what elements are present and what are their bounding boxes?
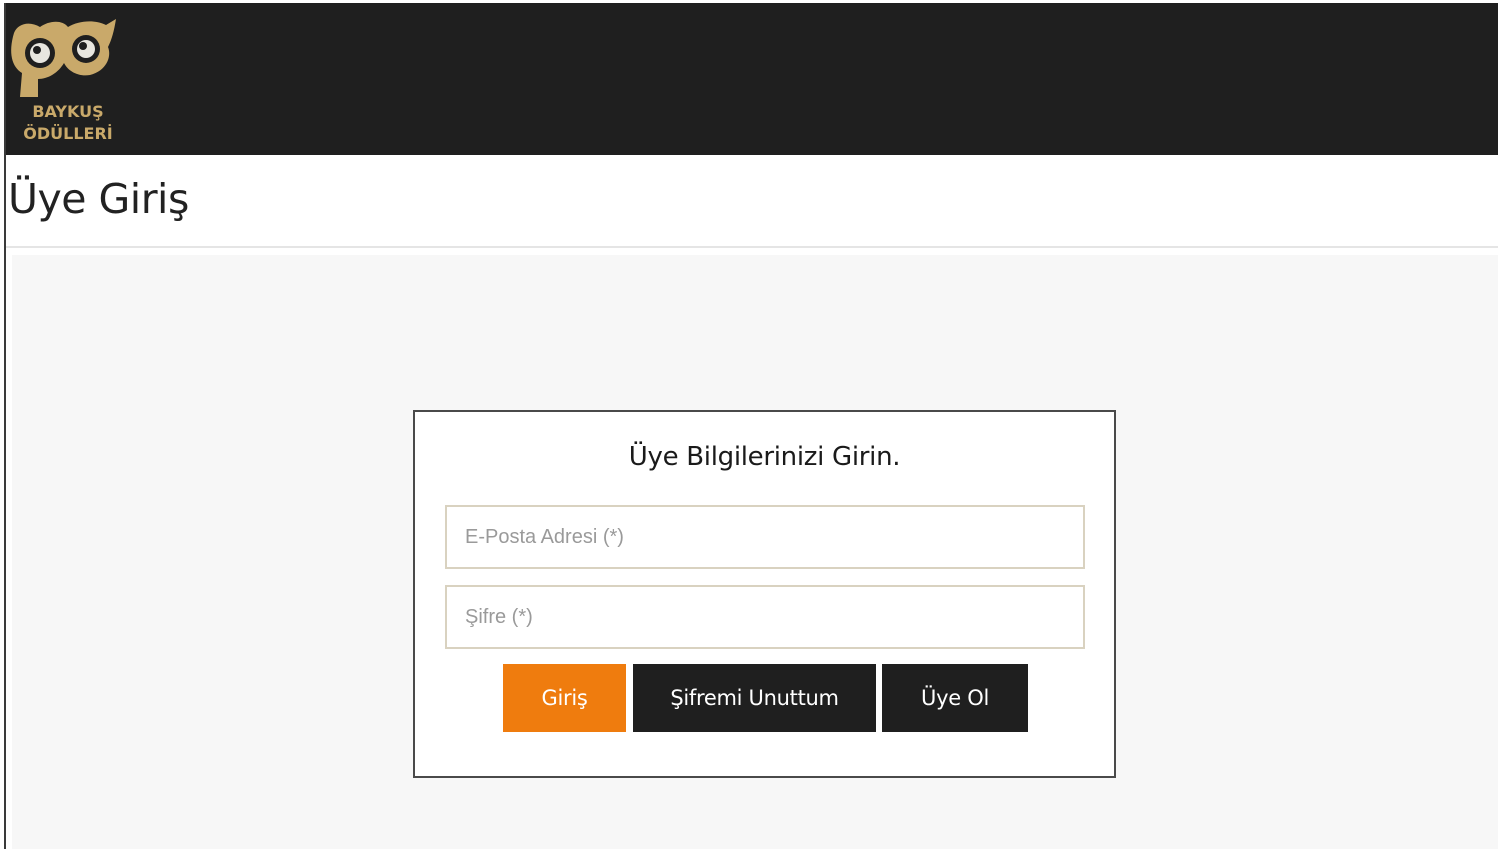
page-title: Üye Giriş	[8, 175, 189, 223]
login-heading: Üye Bilgilerinizi Girin.	[628, 442, 901, 472]
login-form: Üye Bilgilerinizi Girin. Giriş Şifremi U…	[413, 410, 1116, 778]
owl-logo-icon	[11, 19, 116, 97]
logo-text: BAYKUŞ ÖDÜLLERİ	[8, 101, 128, 145]
register-button[interactable]: Üye Ol	[882, 664, 1028, 732]
forgot-password-button[interactable]: Şifremi Unuttum	[633, 664, 876, 732]
email-field[interactable]	[445, 505, 1085, 569]
logo-line1: BAYKUŞ	[32, 102, 104, 121]
header-bar: BAYKUŞ ÖDÜLLERİ	[6, 3, 1498, 155]
content-area: Üye Bilgilerinizi Girin. Giriş Şifremi U…	[12, 255, 1498, 849]
page-frame: BAYKUŞ ÖDÜLLERİ Üye Giriş Üye Bilgilerin…	[4, 3, 1498, 849]
logo-line2: ÖDÜLLERİ	[23, 124, 113, 143]
login-button[interactable]: Giriş	[503, 664, 626, 732]
password-field[interactable]	[445, 585, 1085, 649]
title-divider	[6, 246, 1498, 248]
site-logo[interactable]: BAYKUŞ ÖDÜLLERİ	[8, 17, 120, 149]
